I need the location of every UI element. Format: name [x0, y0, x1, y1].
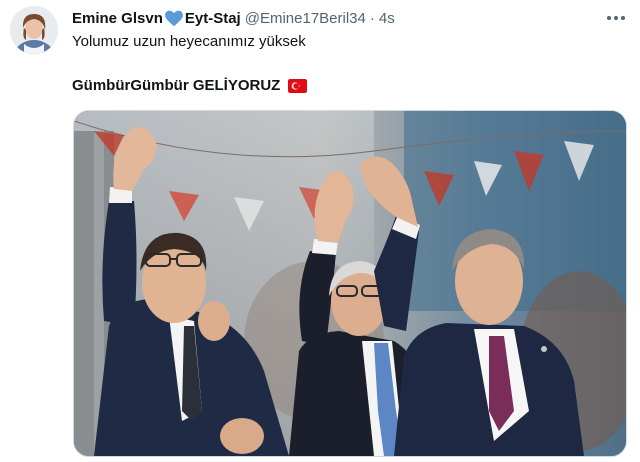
author-handle[interactable]: @Emine17Beril34 [245, 10, 366, 27]
turkey-flag-icon [288, 78, 308, 93]
avatar-image [10, 6, 58, 54]
author-name[interactable]: Emine Glsvn Eyt-Staj [72, 10, 241, 27]
more-options-button[interactable] [604, 6, 628, 30]
tweet-text-line2-label: GümbürGümbür GELİYORUZ [72, 77, 281, 94]
tweet-text-line1: Yolumuz uzun heyecanımız yüksek [72, 33, 306, 50]
blue-heart-icon [164, 10, 183, 26]
tweet-text-line2: GümbürGümbür GELİYORUZ [72, 77, 308, 94]
avatar[interactable] [10, 6, 58, 54]
separator-dot: · [369, 9, 375, 27]
author-name-part2: Eyt-Staj [184, 9, 241, 27]
photo-illustration [74, 111, 626, 456]
tweet-timestamp[interactable]: 4s [379, 10, 395, 27]
tweet: Emine Glsvn Eyt-Staj @Emine17Beril34 · 4… [0, 0, 640, 462]
ellipsis-icon [607, 16, 625, 20]
author-name-part1: Emine Glsvn [72, 9, 163, 27]
tweet-photo[interactable] [73, 110, 627, 457]
tweet-header: Emine Glsvn Eyt-Staj @Emine17Beril34 · 4… [72, 8, 395, 28]
